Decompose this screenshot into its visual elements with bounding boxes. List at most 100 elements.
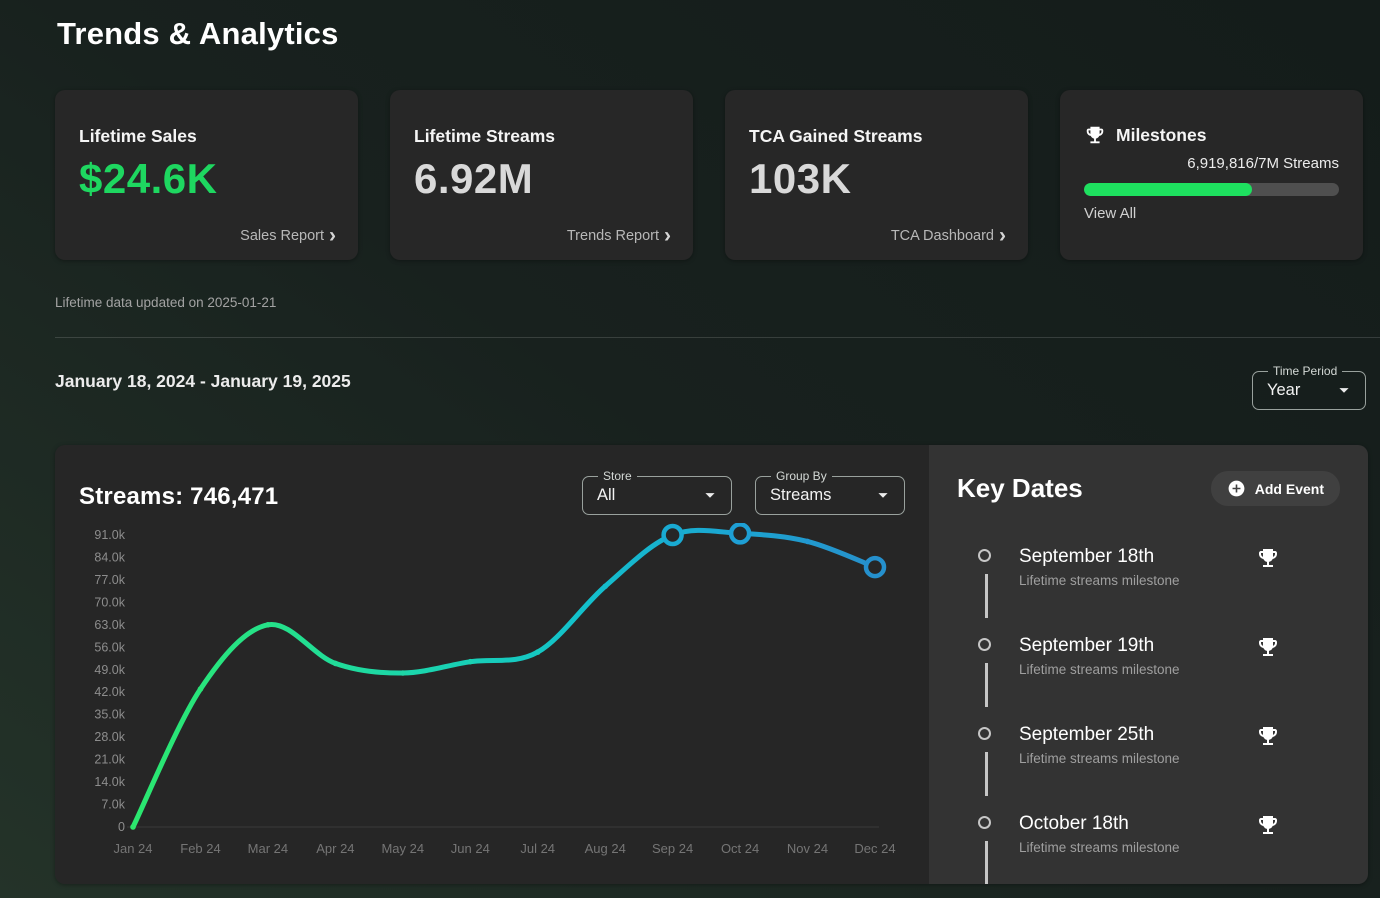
- x-axis-tick: Mar 24: [248, 841, 288, 856]
- card-title: Milestones: [1116, 125, 1206, 146]
- key-dates-timeline: September 18th Lifetime streams mileston…: [957, 546, 1340, 884]
- timeline-dot-icon: [978, 727, 991, 740]
- timeline-connector: [985, 574, 988, 618]
- streams-chart-panel: Streams: 746,471 Store All Group By Stre…: [55, 445, 929, 884]
- x-axis-tick: Aug 24: [585, 841, 626, 856]
- streams-and-keydates-card: Streams: 746,471 Store All Group By Stre…: [55, 445, 1368, 884]
- timeline-connector: [985, 752, 988, 796]
- chevron-right-icon: ›: [329, 230, 336, 242]
- streams-line-chart: 91.0k84.0k77.0k70.0k63.0k56.0k49.0k42.0k…: [79, 523, 905, 868]
- store-label: Store: [598, 469, 637, 483]
- lifetime-updated-note: Lifetime data updated on 2025-01-21: [55, 295, 276, 310]
- y-axis-tick: 21.0k: [94, 753, 125, 767]
- trends-analytics-page: Trends & Analytics Lifetime Sales $24.6K…: [0, 0, 1380, 898]
- lifetime-sales-card: Lifetime Sales $24.6K Sales Report ›: [55, 90, 358, 260]
- store-select[interactable]: Store All: [582, 469, 732, 515]
- link-label: Trends Report: [567, 228, 659, 244]
- tca-dashboard-link[interactable]: TCA Dashboard ›: [891, 228, 1006, 244]
- data-point-ring[interactable]: [664, 526, 682, 544]
- y-axis-tick: 14.0k: [94, 775, 125, 789]
- key-date-event[interactable]: October 18th Lifetime streams milestone: [957, 813, 1340, 884]
- timeline-dot-icon: [978, 549, 991, 562]
- milestones-header: Milestones: [1084, 124, 1339, 146]
- x-axis-tick: Sep 24: [652, 841, 693, 856]
- event-date: September 25th: [1019, 724, 1340, 746]
- card-title: TCA Gained Streams: [749, 126, 1004, 147]
- x-axis-tick: Apr 24: [316, 841, 354, 856]
- milestone-progress-text: 6,919,816/7M Streams: [1084, 155, 1339, 172]
- y-axis-tick: 77.0k: [94, 573, 125, 587]
- x-axis-tick: Dec 24: [854, 841, 895, 856]
- key-date-event[interactable]: September 25th Lifetime streams mileston…: [957, 724, 1340, 813]
- add-event-button[interactable]: Add Event: [1211, 471, 1340, 506]
- data-point-ring[interactable]: [866, 558, 884, 576]
- event-date: September 18th: [1019, 546, 1340, 568]
- event-description: Lifetime streams milestone: [1019, 840, 1340, 855]
- link-label: TCA Dashboard: [891, 228, 994, 244]
- plus-circle-icon: [1227, 479, 1246, 498]
- y-axis-tick: 49.0k: [94, 663, 125, 677]
- data-point[interactable]: [333, 661, 339, 667]
- key-date-event[interactable]: September 19th Lifetime streams mileston…: [957, 635, 1340, 724]
- link-label: Sales Report: [240, 228, 324, 244]
- chevron-down-icon: [872, 484, 894, 506]
- card-title: Lifetime Streams: [414, 126, 669, 147]
- lifetime-streams-card: Lifetime Streams 6.92M Trends Report ›: [390, 90, 693, 260]
- store-value: All: [597, 486, 615, 505]
- add-event-label: Add Event: [1255, 481, 1324, 497]
- chevron-down-icon: [1333, 379, 1355, 401]
- data-point[interactable]: [468, 659, 474, 665]
- y-axis-tick: 28.0k: [94, 730, 125, 744]
- streams-total-title: Streams: 746,471: [79, 483, 582, 511]
- y-axis-tick: 7.0k: [101, 798, 125, 812]
- data-point[interactable]: [602, 584, 608, 590]
- x-axis-tick: Oct 24: [721, 841, 759, 856]
- data-point[interactable]: [535, 649, 541, 655]
- x-axis-tick: May 24: [381, 841, 424, 856]
- trophy-icon: [1084, 124, 1106, 146]
- time-period-label: Time Period: [1268, 364, 1342, 378]
- trophy-icon: [1256, 635, 1280, 659]
- lifetime-streams-value: 6.92M: [414, 155, 669, 203]
- data-point[interactable]: [198, 686, 204, 692]
- key-dates-header: Key Dates Add Event: [957, 471, 1340, 506]
- y-axis-tick: 0: [118, 820, 125, 834]
- y-axis-tick: 42.0k: [94, 685, 125, 699]
- chart-header: Streams: 746,471 Store All Group By Stre…: [79, 469, 905, 515]
- timeline-dot-icon: [978, 638, 991, 651]
- trophy-icon: [1256, 724, 1280, 748]
- x-axis-tick: Nov 24: [787, 841, 828, 856]
- group-by-value: Streams: [770, 486, 831, 505]
- y-axis-tick: 70.0k: [94, 595, 125, 609]
- data-point[interactable]: [130, 824, 136, 830]
- data-point[interactable]: [805, 539, 811, 545]
- milestone-progress-bar: [1084, 183, 1339, 196]
- x-axis-tick: Jun 24: [451, 841, 490, 856]
- stat-cards-row: Lifetime Sales $24.6K Sales Report › Lif…: [55, 90, 1363, 260]
- timeline-dot-icon: [978, 816, 991, 829]
- trends-report-link[interactable]: Trends Report ›: [567, 228, 671, 244]
- card-title: Lifetime Sales: [79, 126, 334, 147]
- trophy-icon: [1256, 546, 1280, 570]
- chevron-right-icon: ›: [999, 230, 1006, 242]
- sales-report-link[interactable]: Sales Report ›: [240, 228, 336, 244]
- tca-gained-streams-card: TCA Gained Streams 103K TCA Dashboard ›: [725, 90, 1028, 260]
- group-by-label: Group By: [771, 469, 832, 483]
- data-point-ring[interactable]: [731, 524, 749, 542]
- data-point[interactable]: [265, 622, 271, 628]
- time-period-select[interactable]: Time Period Year: [1252, 364, 1366, 410]
- key-date-event[interactable]: September 18th Lifetime streams mileston…: [957, 546, 1340, 635]
- group-by-select[interactable]: Group By Streams: [755, 469, 905, 515]
- key-dates-panel: Key Dates Add Event September 18th Lifet…: [929, 445, 1368, 884]
- chevron-right-icon: ›: [664, 230, 671, 242]
- event-description: Lifetime streams milestone: [1019, 662, 1340, 677]
- y-axis-tick: 63.0k: [94, 618, 125, 632]
- view-all-link[interactable]: View All: [1084, 205, 1339, 222]
- x-axis-tick: Jan 24: [113, 841, 152, 856]
- trophy-icon: [1256, 813, 1280, 837]
- data-point[interactable]: [400, 670, 406, 676]
- page-title: Trends & Analytics: [57, 16, 339, 52]
- key-dates-title: Key Dates: [957, 473, 1083, 504]
- y-axis-tick: 35.0k: [94, 708, 125, 722]
- section-divider: [55, 337, 1380, 338]
